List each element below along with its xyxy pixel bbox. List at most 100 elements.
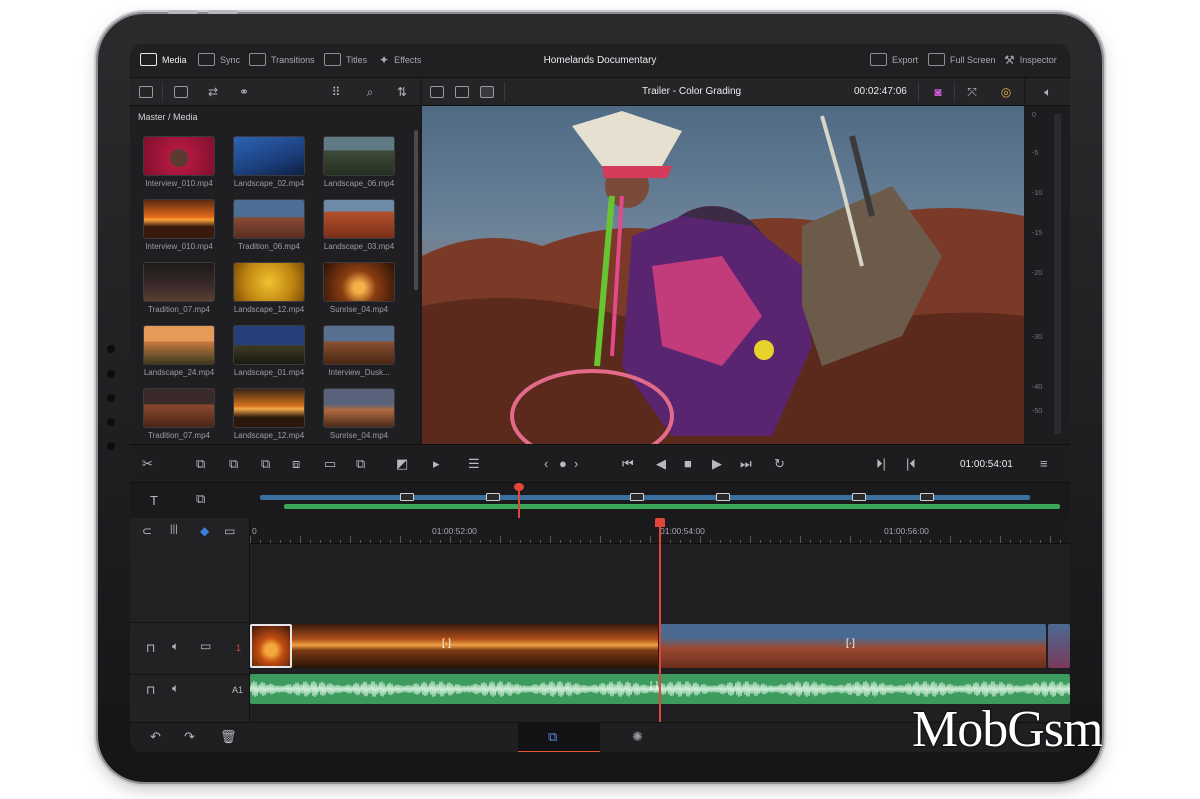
- inspector-button[interactable]: ⚒ Inspector: [1004, 53, 1057, 67]
- snap-icon[interactable]: ⊂: [142, 524, 152, 538]
- meter-label: -20: [1032, 270, 1043, 277]
- lock-icon[interactable]: ⊓: [146, 683, 155, 697]
- reverse-icon[interactable]: ◀: [656, 456, 666, 472]
- clip-thumbnail[interactable]: Landscape_02.mp4: [230, 136, 308, 188]
- tab-cut-page[interactable]: ⧉: [518, 723, 600, 752]
- title-tool-icon[interactable]: T: [150, 493, 158, 509]
- jog-dot-icon[interactable]: ●: [559, 456, 567, 472]
- dual-view-icon[interactable]: [455, 86, 469, 98]
- track-audio-icon[interactable]: 🔈︎: [172, 639, 179, 654]
- export-button[interactable]: Export: [870, 53, 918, 66]
- adjust-icon[interactable]: ☰: [468, 456, 480, 472]
- timeline-clip-selected[interactable]: [250, 624, 292, 668]
- tab-effects[interactable]: ✦ Effects: [379, 53, 421, 67]
- delete-icon[interactable]: 🗑︎: [220, 729, 237, 745]
- go-to-start-icon[interactable]: ⏮: [622, 456, 634, 472]
- clip-thumbnail[interactable]: Interview_Dusk...: [320, 325, 398, 377]
- fit-to-fill-icon[interactable]: ⧈: [292, 456, 300, 472]
- zoom-icon[interactable]: ▭: [224, 524, 235, 538]
- sort-icon[interactable]: ⇅: [394, 84, 410, 100]
- playhead-handle[interactable]: [655, 518, 665, 527]
- clip-thumbnail[interactable]: Interview_010.mp4: [140, 199, 218, 251]
- search-icon[interactable]: ⌕: [362, 84, 378, 100]
- overwrite-clip-icon[interactable]: ⧉: [229, 456, 238, 472]
- timeline[interactable]: 0 01:00:52:00 01:00:54:00 01:00:56:00 [·…: [249, 518, 1070, 722]
- menu-icon[interactable]: ≡: [1040, 456, 1048, 472]
- clip-thumbnail[interactable]: Sunrise_04.mp4: [320, 388, 398, 440]
- clip-thumbnail[interactable]: Landscape_12.mp4: [230, 262, 308, 314]
- tab-sync[interactable]: Sync: [198, 53, 240, 66]
- next-edit-icon[interactable]: ⏵|: [876, 456, 886, 472]
- volume-icon[interactable]: 🔈︎: [1040, 84, 1056, 100]
- tab-color-page[interactable]: ✺: [600, 723, 682, 752]
- tab-titles[interactable]: Titles: [324, 53, 367, 66]
- clip-thumbnail[interactable]: Landscape_24.mp4: [140, 325, 218, 377]
- track-audio-icon[interactable]: 🔈︎: [172, 681, 179, 696]
- clip-thumbnail[interactable]: Landscape_03.mp4: [320, 199, 398, 251]
- timeline-name[interactable]: Trailer - Color Grading: [642, 86, 741, 97]
- redo-icon[interactable]: ↷: [184, 729, 195, 745]
- panel-toggle-icon[interactable]: [139, 86, 153, 98]
- append-icon[interactable]: ⧉: [356, 456, 365, 472]
- clip-name: Landscape_02.mp4: [233, 179, 305, 188]
- transform-icon[interactable]: ⤧: [964, 84, 980, 100]
- previous-edit-icon[interactable]: |⏴: [906, 456, 916, 472]
- track-visibility-icon[interactable]: ▭: [200, 639, 211, 653]
- audio-transition-icon[interactable]: [·]: [650, 680, 658, 690]
- color-wheel-icon[interactable]: ◎: [998, 84, 1014, 100]
- clip-thumbnail[interactable]: Landscape_12.mp4: [230, 388, 308, 440]
- timeline-view-icon[interactable]: [480, 86, 494, 98]
- viewer-timecode: 00:02:47:06: [854, 86, 907, 97]
- undo-icon[interactable]: ↶: [150, 729, 161, 745]
- audio-waveform-icon[interactable]: |||: [170, 524, 178, 535]
- play-to-timeline-icon[interactable]: ▸: [433, 456, 440, 472]
- tab-transitions[interactable]: Transitions: [249, 53, 315, 66]
- ruler-tick: [370, 540, 371, 543]
- clip-thumbnail[interactable]: Tradition_07.mp4: [140, 388, 218, 440]
- ripple-overwrite-icon[interactable]: ◩: [396, 456, 408, 472]
- camera-icon[interactable]: ◙: [930, 84, 946, 100]
- ruler-tick: [600, 536, 601, 543]
- clip-thumbnail[interactable]: Tradition_06.mp4: [230, 199, 308, 251]
- place-on-top-icon[interactable]: ▭: [324, 456, 336, 472]
- media-pool-scrollbar[interactable]: [414, 130, 418, 290]
- overview-audio-bar: [284, 504, 1060, 509]
- clip-thumbnail[interactable]: Sunrise_04.mp4: [320, 262, 398, 314]
- import-icon[interactable]: [174, 86, 188, 98]
- lock-icon[interactable]: ⊓: [146, 641, 155, 655]
- full-screen-button[interactable]: Full Screen: [928, 53, 996, 66]
- tab-label: Transitions: [271, 54, 315, 65]
- clip-thumbnail[interactable]: Landscape_01.mp4: [230, 325, 308, 377]
- loop-icon[interactable]: ↻: [774, 456, 785, 472]
- timeline-overview[interactable]: T ⧉: [130, 482, 1070, 519]
- source-view-icon[interactable]: [430, 86, 444, 98]
- timeline-clip-next[interactable]: [1048, 624, 1070, 668]
- insert-clip-icon[interactable]: ⧉: [196, 456, 205, 472]
- grid-view-icon[interactable]: ⠿: [328, 84, 344, 100]
- nudge-right-icon[interactable]: ›: [574, 456, 578, 472]
- relink-icon[interactable]: ⇄: [205, 84, 221, 100]
- nudge-left-icon[interactable]: ‹: [544, 456, 548, 472]
- clip-image: [323, 262, 395, 302]
- timeline-clip-sunset[interactable]: [·]: [292, 624, 658, 668]
- tab-media[interactable]: Media: [140, 53, 187, 66]
- stop-icon[interactable]: ■: [684, 456, 692, 472]
- playhead[interactable]: [659, 518, 661, 722]
- video-viewer[interactable]: [422, 106, 1024, 444]
- clip-thumbnail[interactable]: Tradition_07.mp4: [140, 262, 218, 314]
- marker-icon[interactable]: ◆: [200, 524, 209, 538]
- overview-clip-marker: [852, 493, 866, 501]
- timeline-clip-tradition[interactable]: [·]: [660, 624, 1046, 668]
- go-to-end-icon[interactable]: ⏭: [740, 456, 752, 472]
- clip-thumbnail[interactable]: Interview_010.mp4: [140, 136, 218, 188]
- transition-icon[interactable]: [·]: [442, 638, 451, 649]
- overview-playhead-cap[interactable]: [514, 483, 524, 491]
- blade-icon[interactable]: ✂: [142, 456, 153, 472]
- play-icon[interactable]: ▶: [712, 456, 722, 472]
- transition-icon[interactable]: [·]: [846, 638, 855, 649]
- clip-thumbnail[interactable]: Landscape_06.mp4: [320, 136, 398, 188]
- ruler-tick: [920, 540, 921, 543]
- track-icon[interactable]: ⧉: [196, 491, 205, 507]
- link-icon[interactable]: ⚭: [236, 84, 252, 100]
- replace-clip-icon[interactable]: ⧉: [261, 456, 270, 472]
